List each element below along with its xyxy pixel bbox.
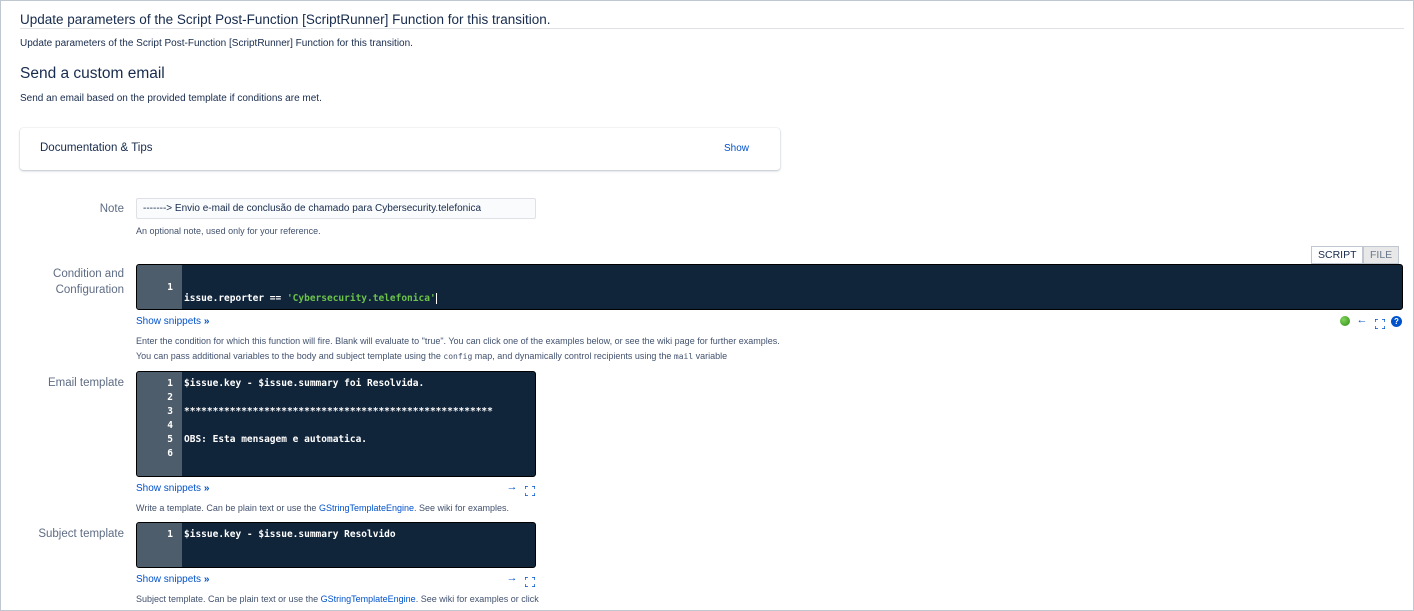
code-expression: issue.reporter == — [184, 293, 287, 304]
condition-help-line2: You can pass additional variables to the… — [136, 351, 1396, 361]
expand-icon[interactable] — [524, 574, 536, 588]
note-input[interactable]: -------> Envio e-mail de conclusão de ch… — [136, 198, 536, 219]
arrow-left-icon[interactable]: ← — [1356, 314, 1368, 326]
title-divider — [20, 28, 1404, 29]
code-text: $issue.key - $issue.summary Resolvido — [184, 529, 396, 540]
help-text: Subject template. Can be plain text or u… — [136, 594, 321, 604]
show-snippets-label: Show snippets — [136, 483, 202, 494]
file-mode-button[interactable]: FILE — [1363, 246, 1399, 264]
code-text: OBS: Esta mensagem e automatica. — [184, 434, 368, 445]
condition-help-line1: Enter the condition for which this funct… — [136, 336, 780, 346]
code-line: 1 $issue.key - $issue.summary Resolvido — [137, 529, 532, 543]
show-snippets-label: Show snippets — [136, 316, 202, 327]
subject-template-help: Subject template. Can be plain text or u… — [136, 594, 736, 604]
email-template-editor[interactable]: 1 $issue.key - $issue.summary foi Resolvi… — [136, 371, 536, 477]
expand-icon[interactable] — [524, 483, 536, 497]
documentation-panel: Documentation & Tips Show — [20, 128, 780, 170]
subject-show-snippets[interactable]: Show snippets » — [136, 574, 209, 585]
help-text: You can pass additional variables to the… — [136, 351, 444, 361]
line-number: 6 — [167, 448, 173, 459]
code-line: 2 — [137, 392, 532, 406]
code-line: 4 — [137, 420, 532, 434]
code-line: 5 OBS: Esta mensagem e automatica. — [137, 434, 532, 448]
status-ok-icon[interactable] — [1340, 316, 1350, 326]
code-line: 1 issue.reporter == 'Cybersecurity.telef… — [137, 271, 1397, 304]
section-heading: Send a custom email — [20, 65, 165, 82]
code-text: issue.reporter == 'Cybersecurity.telefon… — [184, 293, 437, 304]
condition-label-line1: Condition and — [53, 268, 124, 280]
text-cursor — [435, 293, 437, 304]
documentation-title: Documentation & Tips — [40, 142, 153, 154]
email-template-label: Email template — [47, 377, 124, 389]
code-text: $issue.key - $issue.summary foi Resolvid… — [184, 378, 425, 389]
show-snippets-label: Show snippets — [136, 574, 202, 585]
chevron-double-down-icon: » — [203, 483, 210, 494]
code-line: 6 — [137, 448, 532, 462]
line-number: 5 — [167, 434, 173, 445]
gstring-template-engine-link[interactable]: GStringTemplateEngine — [321, 594, 416, 604]
condition-label-line2: Configuration — [55, 284, 124, 296]
subject-template-editor[interactable]: 1 $issue.key - $issue.summary Resolvido — [136, 522, 536, 568]
arrow-right-icon[interactable]: → — [506, 481, 518, 493]
subject-template-label: Subject template — [38, 528, 124, 540]
mail-code-token: mail — [673, 352, 694, 361]
expand-icon[interactable] — [1374, 316, 1386, 330]
chevron-double-down-icon: » — [203, 574, 210, 585]
code-text: ****************************************… — [184, 406, 493, 417]
section-description: Send an email based on the provided temp… — [20, 93, 322, 104]
help-text: . See wiki for examples. — [414, 503, 510, 513]
script-mode-button[interactable]: SCRIPT — [1311, 246, 1363, 264]
config-code-token: config — [443, 352, 473, 361]
condition-show-snippets[interactable]: Show snippets » — [136, 316, 209, 327]
documentation-show-link[interactable]: Show — [724, 143, 749, 154]
code-string-literal: 'Cybersecurity.telefonica' — [286, 293, 436, 304]
arrow-right-icon[interactable]: → — [506, 572, 518, 584]
gstring-template-engine-link[interactable]: GStringTemplateEngine — [319, 503, 414, 513]
page-subtitle: Update parameters of the Script Post-Fun… — [20, 38, 413, 49]
code-line: 3 ***************************************… — [137, 406, 532, 420]
help-text: . See wiki for examples or click — [415, 594, 539, 604]
line-number: 1 — [167, 282, 173, 293]
help-text: variable — [693, 351, 728, 361]
note-help: An optional note, used only for your ref… — [136, 226, 321, 236]
line-number: 4 — [167, 420, 173, 431]
chevron-double-down-icon: » — [203, 316, 210, 327]
line-number: 1 — [167, 378, 173, 389]
note-label: Note — [99, 203, 124, 215]
help-icon[interactable]: ? — [1391, 316, 1402, 327]
condition-code-editor[interactable]: 1 issue.reporter == 'Cybersecurity.telef… — [136, 264, 1403, 310]
line-number: 3 — [167, 406, 173, 417]
code-line: 1 $issue.key - $issue.summary foi Resolvi… — [137, 378, 532, 392]
email-show-snippets[interactable]: Show snippets » — [136, 483, 209, 494]
help-text: Write a template. Can be plain text or u… — [136, 503, 319, 513]
email-template-help: Write a template. Can be plain text or u… — [136, 503, 736, 513]
line-number: 2 — [167, 392, 173, 403]
line-number: 1 — [167, 529, 173, 540]
page-title: Update parameters of the Script Post-Fun… — [20, 12, 551, 27]
help-text: map, and dynamically control recipients … — [472, 351, 674, 361]
